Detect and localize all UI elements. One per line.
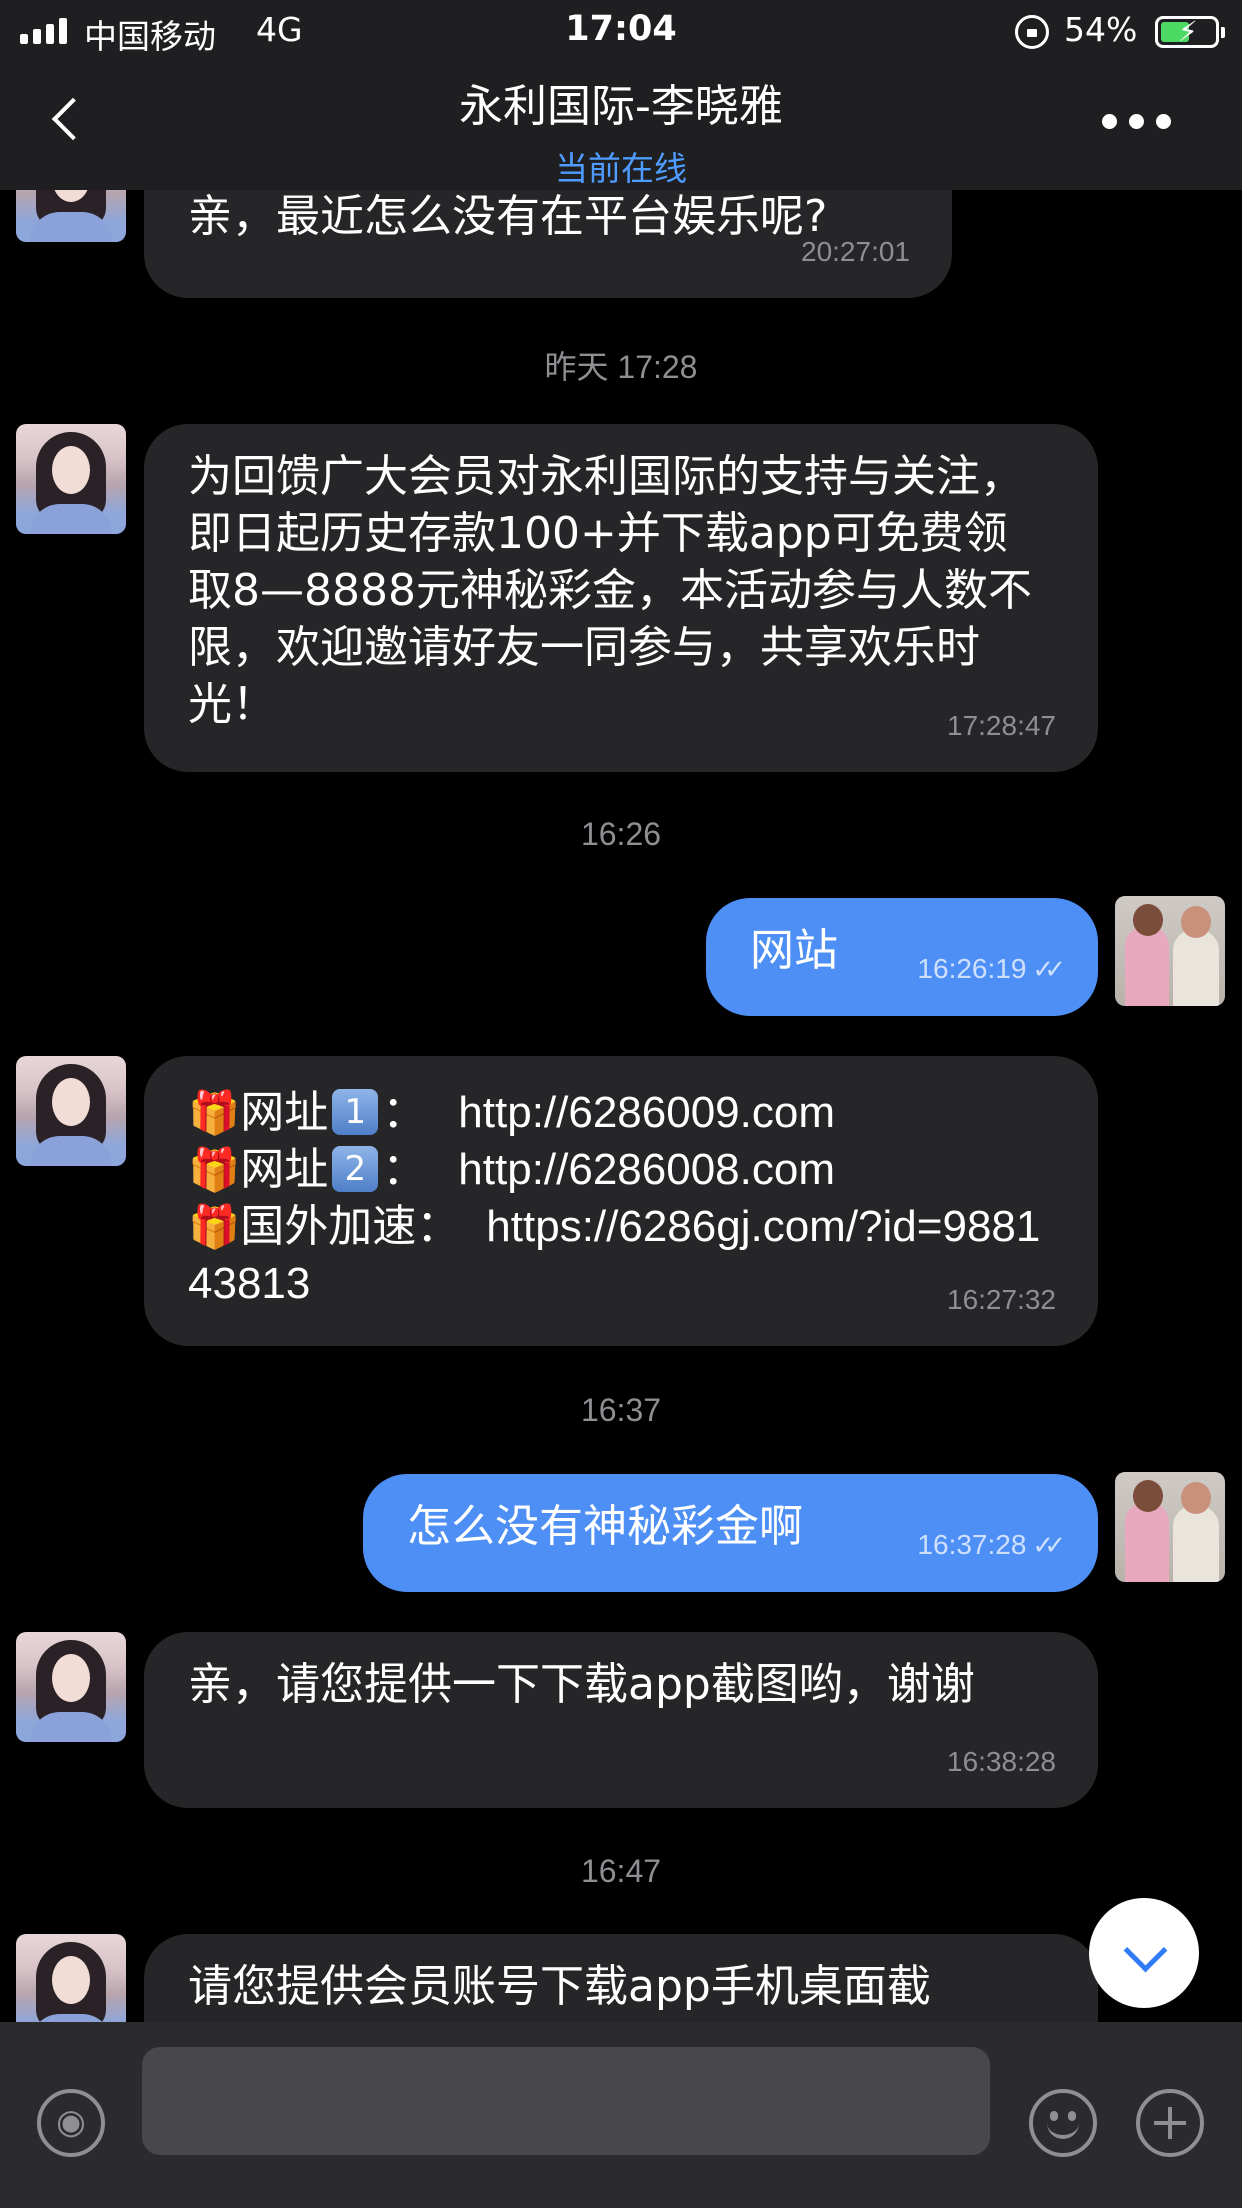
charging-icon: ⚡ — [1178, 15, 1198, 48]
double-check-icon: ✓✓ — [1032, 954, 1065, 984]
link-label: 网址 — [240, 1144, 329, 1195]
gift-icon: 🎁 — [188, 1145, 241, 1194]
link-line-1: 🎁网址 1： http://6286009.com — [188, 1087, 836, 1138]
input-bar: ◉ — [0, 2022, 1242, 2208]
plus-button[interactable] — [1136, 2089, 1204, 2157]
double-check-icon: ✓✓ — [1032, 1530, 1065, 1560]
ellipsis-icon — [1102, 114, 1117, 129]
message-bubble-incoming[interactable]: 🎁网址 1： http://6286009.com 🎁网址 2： http://62… — [144, 1056, 1098, 1346]
top-bar: 中国移动 4G 17:04 54% ⚡ 永利国际-李晓雅 当前在线 — [0, 0, 1242, 190]
message-input[interactable] — [142, 2047, 990, 2155]
agent-avatar[interactable] — [16, 1056, 126, 1166]
message-text: 亲，最近怎么没有在平台娱乐呢? — [188, 191, 828, 242]
message-bubble-incoming[interactable]: 亲，最近怎么没有在平台娱乐呢? 20:27:01 — [144, 190, 952, 298]
message-time: 17:28:47 — [947, 710, 1056, 741]
battery-percent: 54% — [1064, 10, 1138, 49]
emoji-button[interactable] — [1029, 2089, 1097, 2157]
rotation-lock-icon — [1015, 15, 1049, 49]
voice-icon: ◉ — [56, 2102, 86, 2142]
website-link[interactable]: http://6286009.com — [458, 1088, 835, 1137]
message-time: 16:27:32 — [947, 1284, 1056, 1315]
user-avatar[interactable] — [1115, 1472, 1225, 1582]
message-bubble-incoming[interactable]: 亲，请您提供一下下载app截图哟，谢谢 16:38:28 — [144, 1632, 1098, 1808]
link-line-3: 🎁国外加速： https://6286gj.com/?id=988143813 — [188, 1198, 1054, 1312]
date-separator: 昨天 17:28 — [544, 349, 698, 385]
gift-icon: 🎁 — [188, 1088, 241, 1137]
agent-avatar[interactable] — [16, 190, 126, 242]
time-separator: 16:47 — [580, 1853, 662, 1889]
time-separator: 16:26 — [580, 816, 662, 852]
agent-avatar[interactable] — [16, 1632, 126, 1742]
status-time: 17:04 — [565, 9, 677, 49]
message-bubble-incoming[interactable]: 为回馈广大会员对永利国际的支持与关注，即日起历史存款100+并下载app可免费领… — [144, 424, 1098, 772]
message-bubble-outgoing[interactable]: 网站 16:26:19 ✓✓ — [706, 898, 1098, 1016]
website-link[interactable]: http://6286008.com — [458, 1145, 835, 1194]
scroll-to-bottom-button[interactable] — [1089, 1898, 1199, 2008]
message-time: 16:38:28 — [947, 1746, 1056, 1777]
voice-button[interactable]: ◉ — [37, 2089, 105, 2157]
time-separator: 16:37 — [580, 1392, 662, 1428]
status-bar: 中国移动 4G 17:04 54% ⚡ — [0, 0, 1242, 62]
keycap-number-icon: 2 — [332, 1146, 379, 1192]
message-text: 请您提供会员账号下载app手机桌面截 — [188, 1961, 931, 2012]
battery-icon: ⚡ — [1155, 15, 1225, 48]
agent-avatar[interactable] — [16, 1934, 126, 2022]
message-time-row: 16:37:28 ✓✓ — [917, 1516, 1065, 1574]
link-line-2: 🎁网址 2： http://6286008.com — [188, 1144, 836, 1195]
gift-icon: 🎁 — [188, 1202, 241, 1251]
message-time: 16:26:19 — [917, 953, 1027, 984]
message-text: 亲，请您提供一下下载app截图哟，谢谢 — [188, 1659, 975, 1710]
message-bubble-incoming[interactable]: 请您提供会员账号下载app手机桌面截 — [144, 1934, 1098, 2022]
more-button[interactable] — [1102, 114, 1171, 129]
message-time: 16:37:28 — [917, 1529, 1027, 1560]
chat-title: 永利国际-李晓雅 — [459, 81, 783, 132]
link-label: 网址 — [240, 1087, 329, 1138]
keycap-number-icon: 1 — [332, 1089, 379, 1135]
message-time-row: 16:26:19 ✓✓ — [917, 940, 1065, 998]
agent-avatar[interactable] — [16, 424, 126, 534]
message-bubble-outgoing[interactable]: 怎么没有神秘彩金啊 16:37:28 ✓✓ — [363, 1474, 1098, 1592]
user-avatar[interactable] — [1115, 896, 1225, 1006]
message-list[interactable]: 亲，最近怎么没有在平台娱乐呢? 20:27:01 昨天 17:28 为回馈广大会… — [0, 190, 1242, 2022]
link-label: 国外加速： — [240, 1201, 461, 1252]
online-status: 当前在线 — [555, 149, 687, 188]
message-text: 为回馈广大会员对永利国际的支持与关注，即日起历史存款100+并下载app可免费领… — [188, 451, 1032, 730]
message-time: 20:27:01 — [801, 236, 910, 267]
